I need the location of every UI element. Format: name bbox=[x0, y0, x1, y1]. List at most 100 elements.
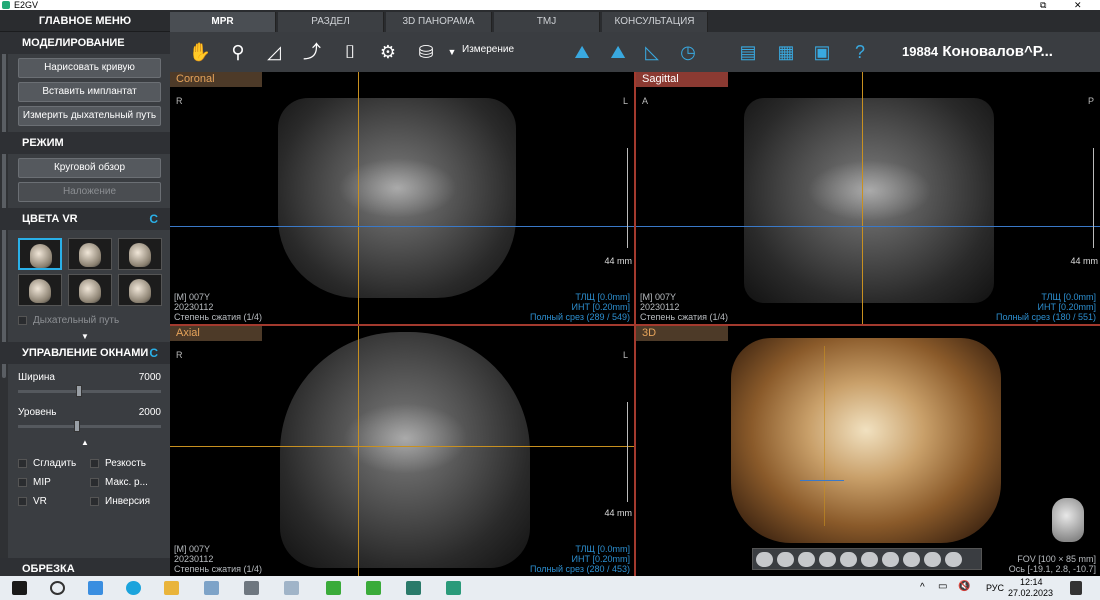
clock-rotate-icon[interactable]: ◷ bbox=[676, 40, 700, 64]
reset-view-icon[interactable]: ⚙ bbox=[376, 40, 400, 64]
max-option[interactable]: Макс. р... bbox=[90, 477, 162, 488]
restore-window-icon[interactable]: ⧉ bbox=[1040, 0, 1046, 10]
tab-3d-panorama[interactable]: 3D ПАНОРАМА bbox=[386, 12, 492, 32]
vr-preset-6[interactable] bbox=[118, 274, 162, 306]
layout-1-icon[interactable]: ▤ bbox=[736, 40, 760, 64]
section-crop[interactable]: ОБРЕЗКА bbox=[0, 558, 170, 576]
save-image-icon[interactable]: ⛁ bbox=[414, 40, 438, 64]
vr-preset-5[interactable] bbox=[68, 274, 112, 306]
sagittal-crosshair-h[interactable] bbox=[636, 226, 1100, 227]
tab-tmj[interactable]: TMJ bbox=[494, 12, 600, 32]
orientation-head-icon[interactable] bbox=[1052, 498, 1084, 542]
refresh-icon[interactable]: C bbox=[149, 342, 158, 364]
view-clip-icon[interactable] bbox=[924, 552, 941, 567]
max-checkbox[interactable] bbox=[90, 477, 99, 487]
sagittal-crosshair-v[interactable] bbox=[862, 72, 863, 324]
implant-tool-icon[interactable]: ⛰ bbox=[570, 40, 594, 64]
view-left-icon[interactable] bbox=[777, 552, 794, 567]
measure-dropdown-label[interactable]: Измерение bbox=[462, 44, 514, 55]
section-window-control[interactable]: УПРАВЛЕНИЕ ОКНАМИ C bbox=[0, 342, 170, 364]
main-menu-button[interactable]: ГЛАВНОЕ МЕНЮ bbox=[0, 10, 170, 32]
mip-option[interactable]: MIP bbox=[18, 477, 90, 488]
pan-hand-icon[interactable]: ✋ bbox=[188, 40, 212, 64]
network-icon[interactable]: ▭ bbox=[938, 581, 947, 592]
section-mode[interactable]: РЕЖИМ bbox=[0, 132, 170, 154]
coronal-viewport[interactable]: Coronal R L 44 mm [M] 007Y 20230112 Степ… bbox=[170, 72, 634, 324]
view-right-icon[interactable] bbox=[798, 552, 815, 567]
calculator-icon[interactable] bbox=[244, 581, 259, 595]
notifications-icon[interactable] bbox=[1070, 581, 1082, 595]
e2gv-taskbar-icon[interactable] bbox=[446, 581, 461, 595]
vr-preset-2[interactable] bbox=[68, 238, 112, 270]
zoom-magnifier-icon[interactable]: ⚲ bbox=[226, 40, 250, 64]
search-icon[interactable] bbox=[50, 581, 65, 595]
paint-icon[interactable] bbox=[204, 581, 219, 595]
view-top-icon[interactable] bbox=[840, 552, 857, 567]
nerve-tool-icon[interactable]: ⛰ bbox=[606, 40, 630, 64]
vr-preset-4[interactable] bbox=[18, 274, 62, 306]
3d-viewport[interactable]: 3D FOV [100 × 85 mm] Ось [-19.1, 2.8, -1… bbox=[636, 326, 1100, 576]
tab-consultation[interactable]: КОНСУЛЬТАЦИЯ bbox=[602, 12, 708, 32]
help-icon[interactable]: ? bbox=[848, 40, 872, 64]
mip-checkbox[interactable] bbox=[18, 477, 27, 487]
airway-checkbox-row[interactable]: Дыхательный путь bbox=[18, 314, 170, 328]
left-scrollbar[interactable] bbox=[0, 32, 8, 576]
axial-viewport[interactable]: Axial R L 44 mm [M] 007Y 20230112 Степен… bbox=[170, 326, 634, 576]
edge-browser-icon[interactable] bbox=[126, 581, 141, 595]
clock-time[interactable]: 12:14 bbox=[1020, 577, 1043, 587]
vr-checkbox[interactable] bbox=[18, 496, 27, 506]
vr-preset-3[interactable] bbox=[118, 238, 162, 270]
orbit-view-button[interactable]: Круговой обзор bbox=[18, 158, 161, 178]
level-slider-knob[interactable] bbox=[74, 420, 80, 432]
view-rotate-icon[interactable] bbox=[945, 552, 962, 567]
view-bottom-icon[interactable] bbox=[861, 552, 878, 567]
sagittal-viewport[interactable]: Sagittal A P 44 mm [M] 007Y 20230112 Сте… bbox=[636, 72, 1100, 324]
invert-checkbox[interactable] bbox=[90, 496, 99, 506]
overlay-button[interactable]: Наложение bbox=[18, 182, 161, 202]
airway-checkbox[interactable] bbox=[18, 315, 27, 325]
refresh-icon[interactable]: C bbox=[149, 208, 158, 230]
section-modeling[interactable]: МОДЕЛИРОВАНИЕ bbox=[0, 32, 170, 54]
axial-crosshair-h[interactable] bbox=[170, 446, 634, 447]
coronal-crosshair-v[interactable] bbox=[358, 72, 359, 324]
language-indicator[interactable]: РУС bbox=[986, 583, 1004, 593]
app-store-icon[interactable] bbox=[88, 581, 103, 595]
sharpen-option[interactable]: Резкость bbox=[90, 458, 162, 469]
width-slider-knob[interactable] bbox=[76, 385, 82, 397]
width-slider[interactable] bbox=[18, 385, 161, 397]
polyline-tool-icon[interactable]: ⤴ bbox=[300, 40, 324, 64]
camera-icon[interactable]: ⌷ bbox=[338, 40, 362, 64]
vr-preset-1[interactable] bbox=[18, 238, 62, 270]
angle-tool-icon[interactable]: ◿ bbox=[262, 40, 286, 64]
viewport-divider-horizontal[interactable] bbox=[170, 324, 1100, 326]
vr-option[interactable]: VR bbox=[18, 496, 90, 507]
sharpen-checkbox[interactable] bbox=[90, 458, 99, 468]
close-window-icon[interactable]: ✕ bbox=[1074, 0, 1082, 10]
draw-curve-button[interactable]: Нарисовать кривую bbox=[18, 58, 161, 78]
view-back-icon[interactable] bbox=[819, 552, 836, 567]
collapse-down-icon[interactable]: ▼ bbox=[0, 332, 170, 342]
tab-mpr[interactable]: MPR bbox=[170, 12, 276, 32]
measure-dropdown-icon[interactable]: ▼ bbox=[440, 40, 464, 64]
view-front-icon[interactable] bbox=[756, 552, 773, 567]
measure-airway-button[interactable]: Измерить дыхательный путь bbox=[18, 106, 161, 126]
checklist-app-icon[interactable] bbox=[326, 581, 341, 595]
collapse-up-icon[interactable]: ▲ bbox=[0, 438, 170, 448]
section-vr-colors[interactable]: ЦВЕТА VR C bbox=[0, 208, 170, 230]
tab-section[interactable]: РАЗДЕЛ bbox=[278, 12, 384, 32]
coronal-crosshair-h[interactable] bbox=[170, 226, 634, 227]
smooth-checkbox[interactable] bbox=[18, 458, 27, 468]
invert-option[interactable]: Инверсия bbox=[90, 496, 162, 507]
terminal-app-icon[interactable] bbox=[406, 581, 421, 595]
axial-crosshair-v[interactable] bbox=[358, 326, 359, 576]
start-windows-icon[interactable] bbox=[12, 581, 27, 595]
view-oblique-icon[interactable] bbox=[882, 552, 899, 567]
tray-up-icon[interactable]: ^ bbox=[920, 582, 925, 593]
speaker-icon[interactable]: 🔇 bbox=[958, 581, 970, 592]
insert-implant-button[interactable]: Вставить имплантат bbox=[18, 82, 161, 102]
checklist-app-2-icon[interactable] bbox=[366, 581, 381, 595]
smooth-option[interactable]: Сгладить bbox=[18, 458, 90, 469]
layout-3-icon[interactable]: ▣ bbox=[810, 40, 834, 64]
brush-app-icon[interactable] bbox=[284, 581, 299, 595]
clock-date[interactable]: 27.02.2023 bbox=[1008, 588, 1053, 598]
